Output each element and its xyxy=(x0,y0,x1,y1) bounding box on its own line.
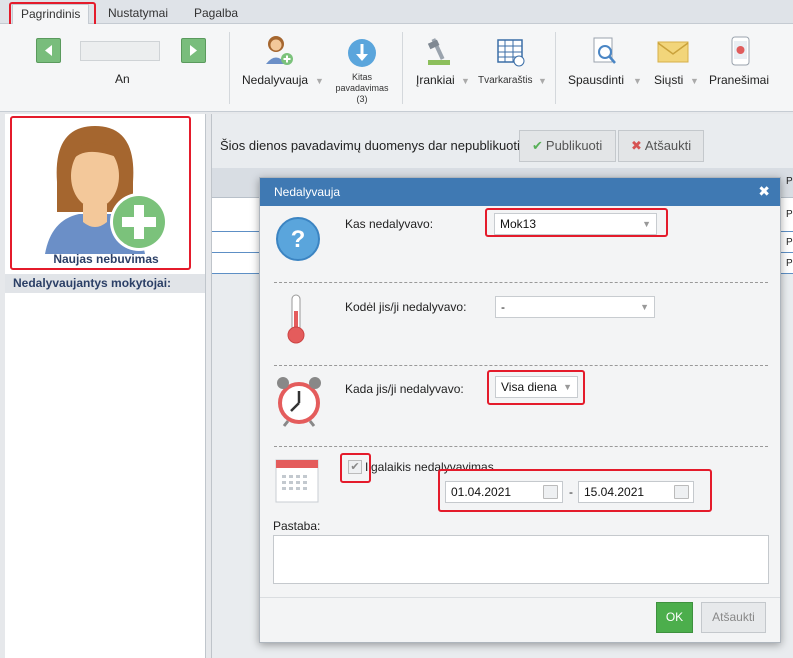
why-label: Kodėl jis/ji nedalyvavo: xyxy=(345,300,467,314)
ribbon-divider xyxy=(555,32,556,104)
row-marker: Pa xyxy=(786,237,793,248)
thermometer-icon xyxy=(287,294,305,344)
cancel-publish-button[interactable]: ✖ Atšaukti xyxy=(618,130,704,162)
svg-text:?: ? xyxy=(291,226,306,253)
nedalyvauja-button[interactable]: Nedalyvauja xyxy=(242,73,308,87)
highlight-new-absence xyxy=(10,116,191,270)
dropdown-arrow-icon[interactable]: ▼ xyxy=(690,76,699,86)
question-mark-icon: ? xyxy=(276,217,320,261)
why-select[interactable]: - ▼ xyxy=(495,296,655,318)
divider xyxy=(274,365,768,366)
alarm-clock-icon xyxy=(277,377,321,427)
publish-label: Publikuoti xyxy=(545,138,603,153)
dropdown-arrow-icon[interactable]: ▼ xyxy=(461,76,470,86)
publish-notice: Šios dienos pavadavimų duomenys dar nepu… xyxy=(220,138,524,153)
ribbon-toolbar: An Nedalyvauja ▼ Kitas pavadavimas (3) Į… xyxy=(0,24,793,112)
checkmark-icon: ✔ xyxy=(532,138,543,153)
arrow-down-circle-icon xyxy=(348,39,376,67)
highlight-when xyxy=(487,370,585,405)
ribbon-divider xyxy=(229,32,230,104)
kitas-pavadavimas-button[interactable]: Kitas pavadavimas (3) xyxy=(332,72,392,105)
date-display[interactable] xyxy=(80,41,160,61)
arrow-right-icon xyxy=(190,45,197,56)
dropdown-arrow-icon[interactable]: ▼ xyxy=(538,76,547,86)
tab-pagalba[interactable]: Pagalba xyxy=(186,4,246,24)
teacher-absent-icon xyxy=(266,36,293,65)
divider xyxy=(274,446,768,447)
when-label: Kada jis/ji nedalyvavo: xyxy=(345,382,464,396)
spausdinti-button[interactable]: Spausdinti xyxy=(568,73,624,87)
close-icon[interactable]: ✖ xyxy=(758,183,770,200)
row-marker: Pa xyxy=(786,209,793,220)
pranesimai-button[interactable]: Pranešimai xyxy=(709,73,769,87)
close-x-icon: ✖ xyxy=(631,138,642,153)
next-day-button[interactable] xyxy=(181,38,206,63)
note-label: Pastaba: xyxy=(273,519,321,533)
day-label: An xyxy=(115,72,130,86)
timetable-icon xyxy=(497,39,525,67)
cancel-label: Atšaukti xyxy=(644,138,692,153)
menu-bar: Pagrindinis Nustatymai Pagalba xyxy=(0,0,793,24)
why-value: - xyxy=(501,300,505,314)
mobile-phone-icon xyxy=(731,36,750,66)
highlight-who xyxy=(485,208,668,237)
divider xyxy=(274,282,768,283)
dialog-header: Nedalyvauja ✖ xyxy=(260,178,780,206)
prev-day-button[interactable] xyxy=(36,38,61,63)
row-marker: Pa xyxy=(786,176,793,187)
absence-dialog: Nedalyvauja ✖ ? Kas nedalyvavo: Mok13 ▼ … xyxy=(259,177,781,643)
dropdown-arrow-icon[interactable]: ▼ xyxy=(315,76,324,86)
tools-icon xyxy=(427,38,450,65)
ok-button[interactable]: OK xyxy=(656,602,693,633)
arrow-left-icon xyxy=(45,45,52,56)
publish-button[interactable]: ✔ Publikuoti xyxy=(519,130,616,162)
note-textarea[interactable] xyxy=(273,535,769,584)
siusti-button[interactable]: Siųsti xyxy=(654,73,683,87)
print-preview-icon xyxy=(593,37,616,64)
ribbon-divider xyxy=(402,32,403,104)
section-header: Nedalyvaujantys mokytojai: xyxy=(5,274,205,293)
highlight-dates xyxy=(438,469,712,512)
calendar-icon xyxy=(275,459,319,503)
tvarkarastis-button[interactable]: Tvarkaraštis xyxy=(478,75,532,86)
row-marker: Pa xyxy=(786,258,793,269)
highlight-checkbox xyxy=(340,453,371,483)
who-label: Kas nedalyvavo: xyxy=(345,217,434,231)
tab-nustatymai[interactable]: Nustatymai xyxy=(100,4,176,24)
dialog-title: Nedalyvauja xyxy=(274,185,341,199)
cancel-button[interactable]: Atšaukti xyxy=(701,602,766,633)
chevron-down-icon: ▼ xyxy=(640,302,649,312)
envelope-icon xyxy=(657,41,689,63)
irankiai-button[interactable]: Įrankiai xyxy=(416,73,455,87)
dropdown-arrow-icon[interactable]: ▼ xyxy=(633,76,642,86)
